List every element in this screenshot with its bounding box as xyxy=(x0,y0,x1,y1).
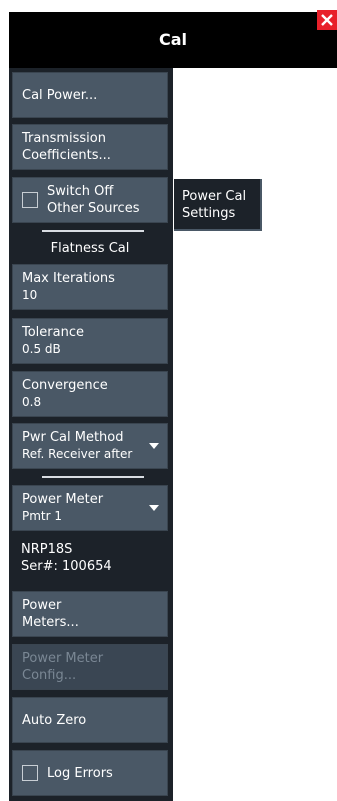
auto-zero-button[interactable]: Auto Zero xyxy=(12,697,168,743)
cal-power-button[interactable]: Cal Power... xyxy=(12,72,168,118)
power-meter-config-label-line2: Config... xyxy=(22,668,77,683)
switch-off-label-line2: Other Sources xyxy=(47,201,140,216)
close-icon xyxy=(321,14,333,26)
tolerance-value: 0.5 dB xyxy=(22,342,61,356)
power-cal-settings-line1: Power Cal xyxy=(182,189,247,204)
close-button[interactable] xyxy=(317,10,337,30)
tolerance-label: Tolerance xyxy=(22,325,84,340)
tolerance-button[interactable]: Tolerance 0.5 dB xyxy=(12,318,168,364)
transmission-label-line2: Coefficients... xyxy=(22,148,111,163)
log-errors-label: Log Errors xyxy=(47,765,113,781)
power-meter-config-button: Power Meter Config... xyxy=(12,644,168,690)
power-meter-config-label-line1: Power Meter xyxy=(22,651,104,666)
auto-zero-label: Auto Zero xyxy=(22,712,87,728)
power-meters-label-line2: Meters... xyxy=(22,615,79,630)
power-meter-value: Pmtr 1 xyxy=(22,509,63,523)
separator xyxy=(42,230,144,232)
cal-power-label: Cal Power... xyxy=(22,87,98,103)
max-iterations-button[interactable]: Max Iterations 10 xyxy=(12,264,168,310)
dialog-title-bar: Cal xyxy=(9,12,337,68)
convergence-value: 0.8 xyxy=(22,395,42,409)
pwr-cal-method-label: Pwr Cal Method xyxy=(22,430,124,445)
pwr-cal-method-value: Ref. Receiver after xyxy=(22,447,133,461)
max-iterations-label: Max Iterations xyxy=(22,271,115,286)
power-meter-model: NRP18S xyxy=(21,542,73,557)
switch-off-checkbox[interactable] xyxy=(22,192,38,208)
power-meter-label: Power Meter xyxy=(22,492,104,507)
switch-off-other-sources-button[interactable]: Switch Off Other Sources xyxy=(12,177,168,223)
convergence-label: Convergence xyxy=(22,378,108,393)
chevron-down-icon xyxy=(149,443,159,449)
switch-off-label-line1: Switch Off xyxy=(47,184,114,199)
transmission-coefficients-button[interactable]: Transmission Coefficients... xyxy=(12,124,168,170)
log-errors-checkbox[interactable] xyxy=(22,765,38,781)
max-iterations-value: 10 xyxy=(22,288,38,302)
power-cal-settings-line2: Settings xyxy=(182,206,236,221)
power-meter-info: NRP18S Ser#: 100654 xyxy=(21,541,112,575)
power-meter-serial: Ser#: 100654 xyxy=(21,559,112,574)
convergence-button[interactable]: Convergence 0.8 xyxy=(12,371,168,417)
power-cal-settings-tab[interactable]: Power Cal Settings xyxy=(174,179,262,231)
power-meters-button[interactable]: Power Meters... xyxy=(12,591,168,637)
transmission-label-line1: Transmission xyxy=(22,131,106,146)
chevron-down-icon xyxy=(149,505,159,511)
flatness-cal-heading: Flatness Cal xyxy=(50,241,130,256)
log-errors-button[interactable]: Log Errors xyxy=(12,750,168,796)
separator xyxy=(42,476,144,478)
dialog-title: Cal xyxy=(158,30,188,49)
power-meter-dropdown[interactable]: Power Meter Pmtr 1 xyxy=(12,485,168,531)
pwr-cal-method-dropdown[interactable]: Pwr Cal Method Ref. Receiver after xyxy=(12,423,168,469)
power-meters-label-line1: Power xyxy=(22,598,62,613)
